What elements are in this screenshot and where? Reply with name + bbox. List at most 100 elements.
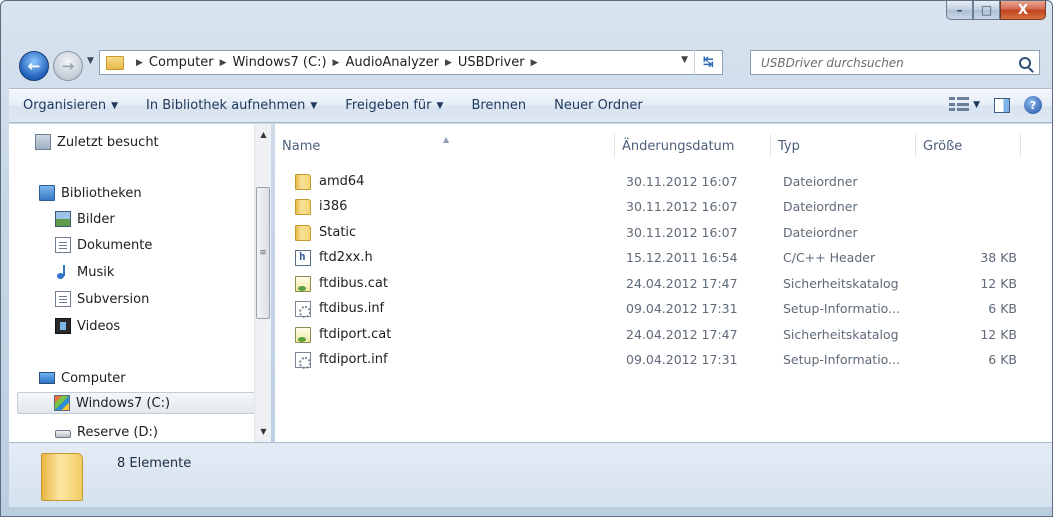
file-name-cell: ftdibus.cat: [295, 271, 388, 296]
nav-item-videos[interactable]: Videos: [55, 315, 269, 337]
file-row[interactable]: ftdiport.cat 24.04.2012 17:47 Sicherheit…: [295, 322, 1035, 347]
nav-item-pictures[interactable]: Bilder: [55, 208, 269, 230]
new-folder-label: Neuer Ordner: [554, 98, 643, 113]
close-icon: X: [1017, 2, 1029, 18]
breadcrumb-computer[interactable]: Computer: [149, 55, 214, 70]
search-input[interactable]: USBDriver durchsuchen: [750, 50, 1040, 75]
back-button[interactable]: ←: [19, 51, 49, 81]
breadcrumb-drive-c[interactable]: Windows7 (C:): [232, 55, 326, 70]
address-bar[interactable]: ▶ Computer ▶ Windows7 (C:) ▶ AudioAnalyz…: [99, 50, 723, 75]
breadcrumb-separator-icon[interactable]: ▶: [333, 58, 340, 68]
scroll-down-icon[interactable]: ▼: [255, 423, 272, 440]
file-row[interactable]: i386 30.11.2012 16:07 Dateiordner: [295, 194, 1035, 219]
file-size: [927, 194, 1017, 219]
file-type: Dateiordner: [783, 199, 858, 214]
share-with-menu[interactable]: Freigeben für ▼: [331, 98, 457, 113]
search-icon[interactable]: [1019, 56, 1031, 69]
column-type[interactable]: Typ: [771, 134, 916, 158]
file-row[interactable]: ftdibus.cat 24.04.2012 17:47 Sicherheits…: [295, 271, 1035, 296]
file-row[interactable]: ftdiport.inf 09.04.2012 17:31 Setup-Info…: [295, 347, 1035, 372]
music-note-icon: [55, 264, 71, 280]
address-dropdown-icon[interactable]: ▼: [681, 55, 688, 65]
file-date: 30.11.2012 16:07: [626, 199, 738, 214]
file-size: 6 KB: [988, 301, 1017, 316]
file-date: 09.04.2012 17:31: [626, 352, 738, 367]
breadcrumb-audioanalyzer[interactable]: AudioAnalyzer: [345, 55, 439, 70]
nav-item-music[interactable]: Musik: [55, 261, 269, 283]
column-date[interactable]: Änderungsdatum: [615, 134, 771, 158]
preview-pane-icon[interactable]: [994, 97, 1010, 113]
windows-drive-icon: [54, 395, 70, 411]
file-name-cell: Static: [295, 220, 356, 245]
file-name: ftd2xx.h: [319, 250, 373, 265]
file-name: ftdibus.cat: [319, 276, 388, 291]
forward-button[interactable]: →: [53, 51, 83, 81]
maximize-button[interactable]: □: [973, 1, 1000, 20]
file-row[interactable]: Static 30.11.2012 16:07 Dateiordner: [295, 220, 1035, 245]
breadcrumb-separator-icon[interactable]: ▶: [220, 58, 227, 68]
file-name: ftdiport.cat: [319, 327, 392, 342]
recent-places-icon: [35, 134, 51, 150]
nav-item-recent[interactable]: Zuletzt besucht: [35, 131, 269, 153]
scroll-thumb[interactable]: ≡: [256, 187, 270, 319]
include-in-library-menu[interactable]: In Bibliothek aufnehmen ▼: [132, 98, 331, 113]
file-row[interactable]: amd64 30.11.2012 16:07 Dateiordner: [295, 169, 1035, 194]
file-type: Sicherheitskatalog: [783, 327, 899, 342]
breadcrumb-usbdriver[interactable]: USBDriver: [458, 55, 525, 70]
nav-item-libraries[interactable]: Bibliotheken: [39, 182, 269, 204]
breadcrumb-separator-icon[interactable]: ▶: [531, 58, 538, 68]
file-type: Dateiordner: [783, 225, 858, 240]
explorer-window: – □ X ← → ▼ ▶ Computer ▶ Windows7 (C:) ▶…: [0, 0, 1053, 517]
file-size: 38 KB: [980, 250, 1017, 265]
column-name[interactable]: Name ▲: [275, 134, 615, 158]
breadcrumb-separator-icon[interactable]: ▶: [136, 58, 143, 68]
maximize-icon: □: [980, 3, 993, 17]
minimize-button[interactable]: –: [946, 1, 973, 20]
nav-item-drive-c[interactable]: Windows7 (C:): [17, 392, 262, 414]
header-file-icon: [295, 249, 311, 266]
navigation-scrollbar[interactable]: ▲ ≡ ▼: [254, 124, 271, 442]
file-name: amd64: [319, 174, 365, 189]
folder-icon: [295, 173, 311, 190]
nav-item-label: Musik: [77, 264, 115, 280]
file-name-cell: i386: [295, 194, 347, 219]
column-header: Name ▲ Änderungsdatum Typ Größe: [275, 124, 1035, 166]
file-name-cell: ftdibus.inf: [295, 296, 384, 321]
documents-icon: [55, 237, 71, 253]
nav-item-label: Bibliotheken: [61, 185, 142, 201]
file-date: 30.11.2012 16:07: [626, 174, 738, 189]
file-row[interactable]: ftdibus.inf 09.04.2012 17:31 Setup-Infor…: [295, 296, 1035, 321]
file-date: 15.12.2011 16:54: [626, 250, 738, 265]
file-name-cell: ftdiport.cat: [295, 322, 391, 347]
file-name: Static: [319, 225, 357, 240]
nav-item-subversion[interactable]: Subversion: [55, 288, 269, 310]
burn-button[interactable]: Brennen: [457, 98, 540, 113]
caption-buttons: – □ X: [946, 1, 1046, 20]
nav-item-label: Videos: [77, 318, 121, 334]
navigation-pane: Zuletzt besucht Bibliotheken Bilder Doku…: [9, 124, 270, 442]
folder-icon: [295, 198, 311, 215]
setup-information-icon: [295, 351, 311, 369]
change-view-button[interactable]: ▼: [949, 97, 980, 113]
file-date: 24.04.2012 17:47: [626, 327, 738, 342]
scroll-up-icon[interactable]: ▲: [255, 126, 272, 143]
help-icon[interactable]: ?: [1024, 96, 1042, 114]
close-button[interactable]: X: [1000, 1, 1046, 20]
refresh-button[interactable]: ↹: [694, 50, 722, 75]
file-size: [927, 220, 1017, 245]
burn-label: Brennen: [471, 98, 527, 113]
nav-item-documents[interactable]: Dokumente: [55, 234, 269, 256]
file-row[interactable]: ftd2xx.h 15.12.2011 16:54 C/C++ Header 3…: [295, 245, 1035, 270]
organize-label: Organisieren: [23, 98, 107, 113]
column-size[interactable]: Größe: [916, 134, 1021, 158]
nav-item-computer[interactable]: Computer: [39, 367, 269, 389]
file-name: ftdibus.inf: [319, 301, 385, 316]
organize-menu[interactable]: Organisieren ▼: [9, 98, 132, 113]
breadcrumb-separator-icon[interactable]: ▶: [445, 58, 452, 68]
history-dropdown[interactable]: ▼: [87, 56, 94, 66]
minimize-icon: –: [956, 3, 963, 17]
new-folder-button[interactable]: Neuer Ordner: [540, 98, 657, 113]
file-name: i386: [319, 199, 348, 214]
nav-item-label: Windows7 (C:): [76, 395, 171, 411]
nav-item-drive-d[interactable]: Reserve (D:): [55, 421, 269, 442]
